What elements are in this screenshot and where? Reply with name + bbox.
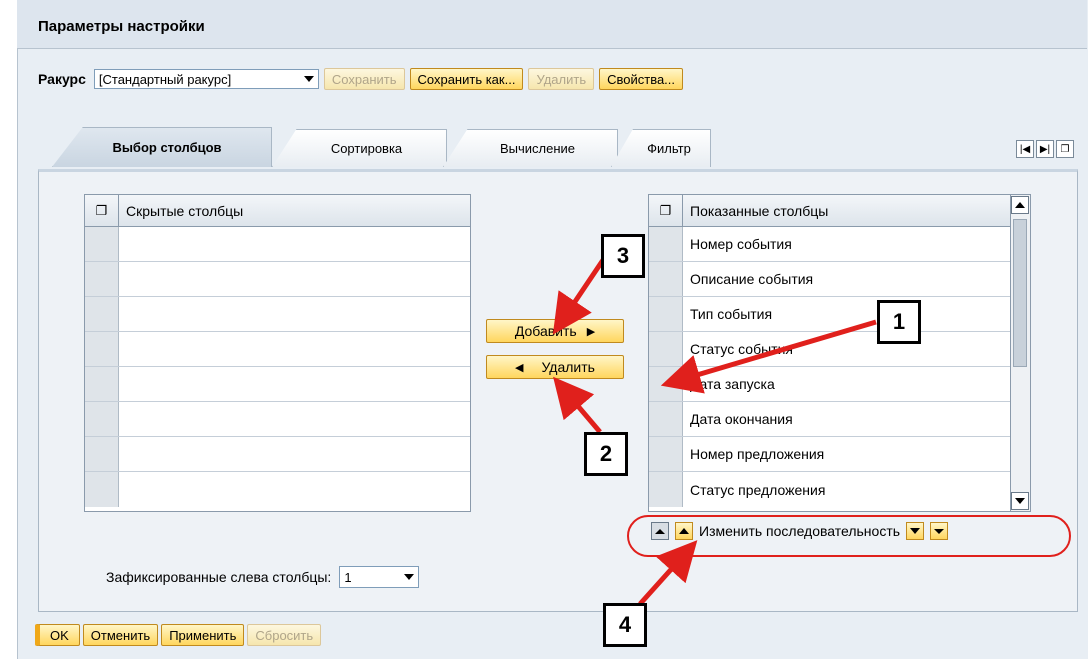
callout-2: 2 <box>584 432 628 476</box>
callout-3: 3 <box>601 234 645 278</box>
arrow-callout-3 <box>552 258 606 335</box>
callout-1: 1 <box>877 300 921 344</box>
arrow-callout-4 <box>638 540 698 606</box>
callout-4: 4 <box>603 603 647 647</box>
arrow-callout-1 <box>660 319 877 394</box>
arrow-callout-2 <box>553 376 602 434</box>
annotation-arrows <box>552 258 877 606</box>
